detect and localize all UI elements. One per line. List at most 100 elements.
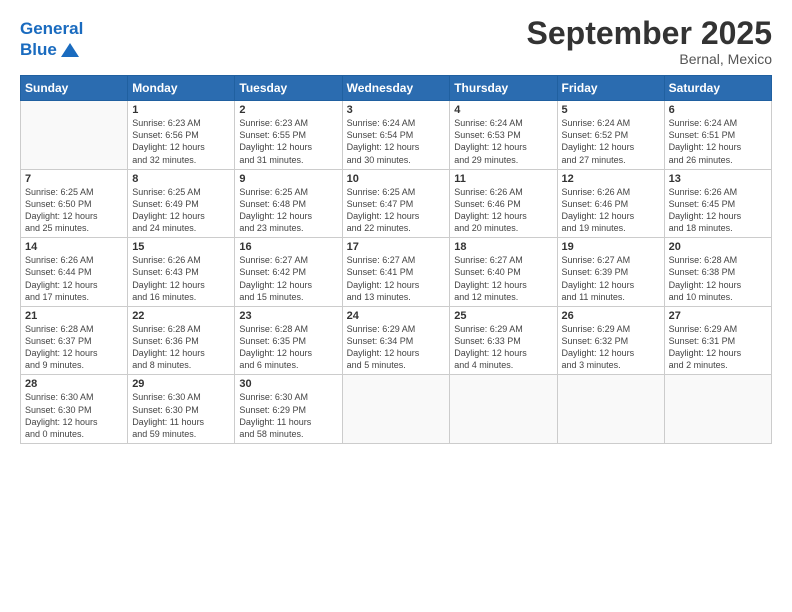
- day-info: Sunrise: 6:26 AM Sunset: 6:44 PM Dayligh…: [25, 254, 123, 303]
- calendar-week-row-4: 21Sunrise: 6:28 AM Sunset: 6:37 PM Dayli…: [21, 306, 772, 375]
- day-info: Sunrise: 6:26 AM Sunset: 6:46 PM Dayligh…: [562, 186, 660, 235]
- calendar-cell: 27Sunrise: 6:29 AM Sunset: 6:31 PM Dayli…: [664, 306, 771, 375]
- day-info: Sunrise: 6:24 AM Sunset: 6:52 PM Dayligh…: [562, 117, 660, 166]
- col-monday: Monday: [128, 76, 235, 101]
- calendar-week-row-2: 7Sunrise: 6:25 AM Sunset: 6:50 PM Daylig…: [21, 169, 772, 238]
- logo-line1: General: [20, 19, 83, 38]
- calendar-table: Sunday Monday Tuesday Wednesday Thursday…: [20, 75, 772, 444]
- day-number: 19: [562, 241, 660, 253]
- calendar-cell: 25Sunrise: 6:29 AM Sunset: 6:33 PM Dayli…: [450, 306, 557, 375]
- page: General Blue September 2025 Bernal, Mexi…: [0, 0, 792, 612]
- day-number: 22: [132, 310, 230, 322]
- day-number: 1: [132, 104, 230, 116]
- col-wednesday: Wednesday: [342, 76, 450, 101]
- header: General Blue September 2025 Bernal, Mexi…: [20, 16, 772, 67]
- day-number: 29: [132, 378, 230, 390]
- day-number: 5: [562, 104, 660, 116]
- day-info: Sunrise: 6:30 AM Sunset: 6:30 PM Dayligh…: [132, 391, 230, 440]
- day-info: Sunrise: 6:28 AM Sunset: 6:36 PM Dayligh…: [132, 323, 230, 372]
- calendar-cell: 21Sunrise: 6:28 AM Sunset: 6:37 PM Dayli…: [21, 306, 128, 375]
- calendar-week-row-5: 28 Sunrise: 6:30 AM Sunset: 6:30 PM Dayli…: [21, 375, 772, 444]
- day-info: Sunrise: 6:25 AM Sunset: 6:48 PM Dayligh…: [239, 186, 337, 235]
- day-info: Sunrise: 6:26 AM Sunset: 6:46 PM Dayligh…: [454, 186, 552, 235]
- day-number: 10: [347, 173, 446, 185]
- title-block: September 2025 Bernal, Mexico: [527, 16, 772, 67]
- day-number: 28: [25, 378, 123, 390]
- day-info: Sunrise: 6:30 AM Sunset: 6:29 PM Dayligh…: [239, 391, 337, 440]
- calendar-cell: 18Sunrise: 6:27 AM Sunset: 6:40 PM Dayli…: [450, 238, 557, 307]
- day-number: 20: [669, 241, 767, 253]
- col-saturday: Saturday: [664, 76, 771, 101]
- calendar-cell: 4Sunrise: 6:24 AM Sunset: 6:53 PM Daylig…: [450, 101, 557, 170]
- calendar-cell: 29Sunrise: 6:30 AM Sunset: 6:30 PM Dayli…: [128, 375, 235, 444]
- day-info: Sunrise: 6:28 AM Sunset: 6:37 PM Dayligh…: [25, 323, 123, 372]
- calendar-cell: 23Sunrise: 6:28 AM Sunset: 6:35 PM Dayli…: [235, 306, 342, 375]
- month-title: September 2025: [527, 16, 772, 51]
- calendar-cell: [21, 101, 128, 170]
- day-info: Sunrise: 6:29 AM Sunset: 6:31 PM Dayligh…: [669, 323, 767, 372]
- calendar-week-row-1: 1Sunrise: 6:23 AM Sunset: 6:56 PM Daylig…: [21, 101, 772, 170]
- day-info: Sunrise: 6:25 AM Sunset: 6:50 PM Dayligh…: [25, 186, 123, 235]
- day-number: 8: [132, 173, 230, 185]
- day-info: Sunrise: 6:27 AM Sunset: 6:42 PM Dayligh…: [239, 254, 337, 303]
- calendar-cell: 22Sunrise: 6:28 AM Sunset: 6:36 PM Dayli…: [128, 306, 235, 375]
- calendar-cell: [342, 375, 450, 444]
- col-friday: Friday: [557, 76, 664, 101]
- day-info: Sunrise: 6:24 AM Sunset: 6:54 PM Dayligh…: [347, 117, 446, 166]
- calendar-cell: [664, 375, 771, 444]
- calendar-cell: 24Sunrise: 6:29 AM Sunset: 6:34 PM Dayli…: [342, 306, 450, 375]
- calendar-cell: [557, 375, 664, 444]
- day-info: Sunrise: 6:27 AM Sunset: 6:39 PM Dayligh…: [562, 254, 660, 303]
- day-info: Sunrise: 6:25 AM Sunset: 6:47 PM Dayligh…: [347, 186, 446, 235]
- calendar-cell: 6Sunrise: 6:24 AM Sunset: 6:51 PM Daylig…: [664, 101, 771, 170]
- calendar-cell: 28Sunrise: 6:30 AM Sunset: 6:30 PM Dayli…: [21, 375, 128, 444]
- calendar-cell: 5Sunrise: 6:24 AM Sunset: 6:52 PM Daylig…: [557, 101, 664, 170]
- day-number: 30: [239, 378, 337, 390]
- day-number: 3: [347, 104, 446, 116]
- calendar-cell: 13Sunrise: 6:26 AM Sunset: 6:45 PM Dayli…: [664, 169, 771, 238]
- day-info: Sunrise: 6:25 AM Sunset: 6:49 PM Dayligh…: [132, 186, 230, 235]
- calendar-cell: 19Sunrise: 6:27 AM Sunset: 6:39 PM Dayli…: [557, 238, 664, 307]
- calendar-cell: 2Sunrise: 6:23 AM Sunset: 6:55 PM Daylig…: [235, 101, 342, 170]
- day-info: Sunrise: 6:26 AM Sunset: 6:45 PM Dayligh…: [669, 186, 767, 235]
- day-number: 18: [454, 241, 552, 253]
- calendar-cell: 26Sunrise: 6:29 AM Sunset: 6:32 PM Dayli…: [557, 306, 664, 375]
- day-number: 2: [239, 104, 337, 116]
- calendar-cell: 20Sunrise: 6:28 AM Sunset: 6:38 PM Dayli…: [664, 238, 771, 307]
- day-number: 23: [239, 310, 337, 322]
- calendar-cell: [450, 375, 557, 444]
- day-number: 26: [562, 310, 660, 322]
- day-info: Sunrise: 6:24 AM Sunset: 6:53 PM Dayligh…: [454, 117, 552, 166]
- calendar-cell: 12Sunrise: 6:26 AM Sunset: 6:46 PM Dayli…: [557, 169, 664, 238]
- day-number: 17: [347, 241, 446, 253]
- calendar-cell: 10Sunrise: 6:25 AM Sunset: 6:47 PM Dayli…: [342, 169, 450, 238]
- day-number: 15: [132, 241, 230, 253]
- day-info: Sunrise: 6:29 AM Sunset: 6:32 PM Dayligh…: [562, 323, 660, 372]
- day-number: 21: [25, 310, 123, 322]
- day-number: 14: [25, 241, 123, 253]
- calendar-week-row-3: 14Sunrise: 6:26 AM Sunset: 6:44 PM Dayli…: [21, 238, 772, 307]
- day-number: 4: [454, 104, 552, 116]
- day-info: Sunrise: 6:26 AM Sunset: 6:43 PM Dayligh…: [132, 254, 230, 303]
- calendar-cell: 17Sunrise: 6:27 AM Sunset: 6:41 PM Dayli…: [342, 238, 450, 307]
- calendar-cell: 7Sunrise: 6:25 AM Sunset: 6:50 PM Daylig…: [21, 169, 128, 238]
- calendar-cell: 16Sunrise: 6:27 AM Sunset: 6:42 PM Dayli…: [235, 238, 342, 307]
- logo-icon: [59, 39, 81, 61]
- day-number: 25: [454, 310, 552, 322]
- day-info: Sunrise: 6:27 AM Sunset: 6:40 PM Dayligh…: [454, 254, 552, 303]
- location: Bernal, Mexico: [527, 51, 772, 67]
- logo: General Blue: [20, 20, 83, 61]
- day-number: 11: [454, 173, 552, 185]
- calendar-cell: 8Sunrise: 6:25 AM Sunset: 6:49 PM Daylig…: [128, 169, 235, 238]
- day-info: Sunrise: 6:23 AM Sunset: 6:56 PM Dayligh…: [132, 117, 230, 166]
- day-info: Sunrise: 6:29 AM Sunset: 6:34 PM Dayligh…: [347, 323, 446, 372]
- day-number: 12: [562, 173, 660, 185]
- calendar-cell: 15Sunrise: 6:26 AM Sunset: 6:43 PM Dayli…: [128, 238, 235, 307]
- calendar-cell: 11Sunrise: 6:26 AM Sunset: 6:46 PM Dayli…: [450, 169, 557, 238]
- day-number: 6: [669, 104, 767, 116]
- day-number: 7: [25, 173, 123, 185]
- day-info: Sunrise: 6:27 AM Sunset: 6:41 PM Dayligh…: [347, 254, 446, 303]
- calendar-cell: 3Sunrise: 6:24 AM Sunset: 6:54 PM Daylig…: [342, 101, 450, 170]
- day-number: 27: [669, 310, 767, 322]
- day-info: Sunrise: 6:23 AM Sunset: 6:55 PM Dayligh…: [239, 117, 337, 166]
